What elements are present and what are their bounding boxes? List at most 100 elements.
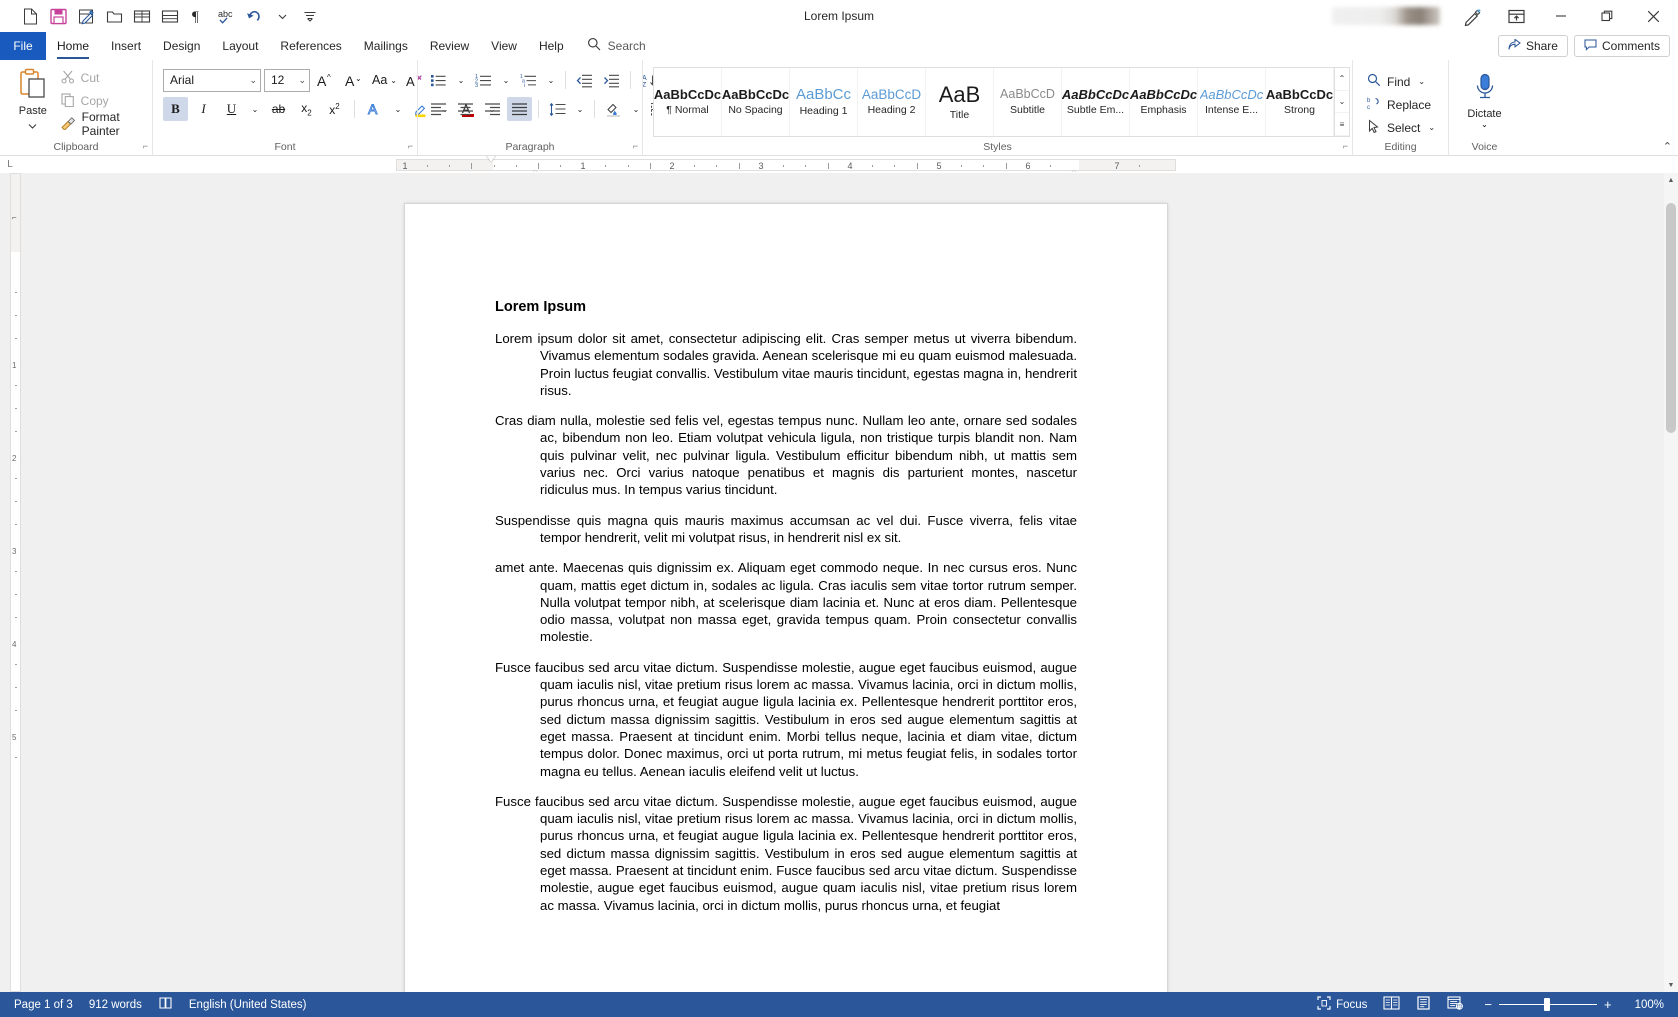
undo-dropdown-icon[interactable]: [268, 3, 296, 29]
bold-button[interactable]: B: [163, 97, 188, 121]
styles-more-button[interactable]: ≡: [1335, 113, 1349, 137]
read-mode-view-button[interactable]: [1375, 992, 1408, 1017]
print-layout-view-button[interactable]: [1408, 992, 1439, 1017]
italic-button[interactable]: I: [191, 97, 216, 121]
format-painter-button[interactable]: Format Painter: [56, 110, 146, 138]
style-heading-2[interactable]: AaBbCcD Heading 2: [858, 68, 926, 136]
decrease-indent-button[interactable]: [572, 68, 597, 92]
replace-button[interactable]: bc Replace: [1367, 94, 1435, 115]
shading-button[interactable]: [601, 97, 626, 121]
tab-design[interactable]: Design: [152, 32, 211, 60]
styles-dialog-launcher[interactable]: ⌐: [1343, 139, 1348, 154]
find-dropdown-icon[interactable]: ⌄: [1418, 77, 1425, 86]
comments-button[interactable]: Comments: [1573, 35, 1670, 57]
text-effects-dropdown-icon[interactable]: ⌄: [390, 97, 406, 121]
font-family-combo[interactable]: Arial ⌄: [163, 68, 261, 92]
undo-icon[interactable]: [240, 3, 268, 29]
tab-help[interactable]: Help: [528, 32, 575, 60]
select-dropdown-icon[interactable]: ⌄: [1428, 123, 1435, 132]
pen-draw-icon[interactable]: [1450, 0, 1494, 32]
style-heading-1[interactable]: AaBbCc Heading 1: [790, 68, 858, 136]
show-formatting-marks-icon[interactable]: ¶: [184, 3, 212, 29]
style-normal[interactable]: AaBbCcDc ¶ Normal: [654, 68, 722, 136]
justify-button[interactable]: [507, 97, 532, 121]
scroll-up-button[interactable]: ▲: [1664, 173, 1678, 187]
word-count[interactable]: 912 words: [81, 992, 150, 1017]
tab-layout[interactable]: Layout: [211, 32, 269, 60]
share-button[interactable]: Share: [1497, 35, 1568, 57]
first-line-indent-marker[interactable]: [486, 156, 496, 162]
zoom-thumb[interactable]: [1543, 998, 1550, 1011]
scrollbar-thumb[interactable]: [1666, 203, 1676, 433]
style-subtle-emphasis[interactable]: AaBbCcDc Subtle Em...: [1062, 68, 1130, 136]
zoom-in-button[interactable]: +: [1597, 998, 1619, 1011]
style-subtitle[interactable]: AaBbCcD Subtitle: [994, 68, 1062, 136]
new-document-icon[interactable]: [16, 3, 44, 29]
multilevel-list-dropdown-icon[interactable]: ⌄: [543, 68, 559, 92]
collapse-ribbon-button[interactable]: ⌃: [1663, 140, 1672, 153]
vertical-scrollbar[interactable]: ▲ ▼: [1664, 173, 1678, 992]
spelling-grammar-icon[interactable]: abc: [212, 3, 240, 29]
open-folder-icon[interactable]: [100, 3, 128, 29]
underline-dropdown-icon[interactable]: ⌄: [247, 97, 263, 121]
styles-scroll-down-button[interactable]: ⌄: [1335, 91, 1349, 114]
paragraph-dialog-launcher[interactable]: ⌐: [633, 139, 638, 154]
subscript-button[interactable]: x2: [294, 97, 319, 121]
vertical-ruler[interactable]: ⌐ 1 2 3 4 5: [10, 173, 21, 992]
zoom-out-button[interactable]: −: [1477, 998, 1499, 1011]
minimize-button[interactable]: [1538, 0, 1584, 32]
line-spacing-dropdown-icon[interactable]: ⌄: [572, 97, 588, 121]
increase-indent-button[interactable]: [599, 68, 624, 92]
tab-stop-selector[interactable]: L: [0, 156, 20, 172]
align-center-button[interactable]: [453, 97, 478, 121]
track-changes-icon[interactable]: [72, 3, 100, 29]
tab-insert[interactable]: Insert: [100, 32, 152, 60]
customize-quick-access-toolbar-icon[interactable]: [296, 3, 324, 29]
multilevel-list-button[interactable]: 1ai: [516, 68, 541, 92]
page-indicator[interactable]: Page 1 of 3: [6, 992, 81, 1017]
paste-dropdown-icon[interactable]: [28, 117, 37, 135]
scroll-down-button[interactable]: ▼: [1664, 978, 1678, 992]
font-dialog-launcher[interactable]: ⌐: [408, 139, 413, 154]
save-icon[interactable]: [44, 3, 72, 29]
horizontal-ruler[interactable]: L 1 1 2 3 4 5 6 7: [0, 156, 1678, 173]
style-emphasis[interactable]: AaBbCcDc Emphasis: [1130, 68, 1198, 136]
dictate-dropdown-icon[interactable]: ⌄: [1481, 120, 1488, 129]
align-left-button[interactable]: [426, 97, 451, 121]
select-button[interactable]: Select ⌄: [1367, 117, 1435, 138]
tab-mailings[interactable]: Mailings: [353, 32, 419, 60]
print-layout-icon[interactable]: [156, 3, 184, 29]
language-indicator[interactable]: English (United States): [181, 992, 315, 1017]
bullets-button[interactable]: [426, 68, 451, 92]
cut-button[interactable]: Cut: [56, 67, 146, 89]
find-button[interactable]: Find ⌄: [1367, 71, 1435, 92]
line-spacing-button[interactable]: [545, 97, 570, 121]
style-title[interactable]: AaB Title: [926, 68, 994, 136]
style-intense-emphasis[interactable]: AaBbCcDc Intense E...: [1198, 68, 1266, 136]
tab-references[interactable]: References: [269, 32, 352, 60]
shrink-font-button[interactable]: A ⌄: [341, 68, 366, 92]
numbering-dropdown-icon[interactable]: ⌄: [498, 68, 514, 92]
style-strong[interactable]: AaBbCcDc Strong: [1266, 68, 1334, 136]
superscript-button[interactable]: x2: [322, 97, 347, 121]
zoom-slider[interactable]: − +: [1471, 998, 1624, 1011]
grow-font-button[interactable]: A ^: [313, 68, 338, 92]
align-right-button[interactable]: [480, 97, 505, 121]
web-layout-view-button[interactable]: [1439, 992, 1471, 1017]
document-page-1[interactable]: Lorem Ipsum Lorem ipsum dolor sit amet, …: [404, 203, 1168, 992]
tab-file[interactable]: File: [0, 32, 46, 60]
focus-mode-button[interactable]: Focus: [1309, 992, 1375, 1017]
zoom-track[interactable]: [1498, 998, 1597, 1011]
tab-home[interactable]: Home: [46, 32, 100, 60]
numbering-button[interactable]: 123: [471, 68, 496, 92]
bullets-dropdown-icon[interactable]: ⌄: [453, 68, 469, 92]
change-case-button[interactable]: Aa ⌄: [369, 68, 400, 92]
read-mode-icon[interactable]: [128, 3, 156, 29]
ribbon-display-options-icon[interactable]: [1494, 0, 1538, 32]
restore-button[interactable]: [1584, 0, 1630, 32]
search-box[interactable]: Search: [587, 32, 646, 60]
tab-review[interactable]: Review: [419, 32, 480, 60]
text-effects-button[interactable]: A: [362, 97, 387, 121]
font-size-combo[interactable]: 12 ⌄: [264, 68, 310, 92]
copy-button[interactable]: Copy: [56, 90, 146, 112]
